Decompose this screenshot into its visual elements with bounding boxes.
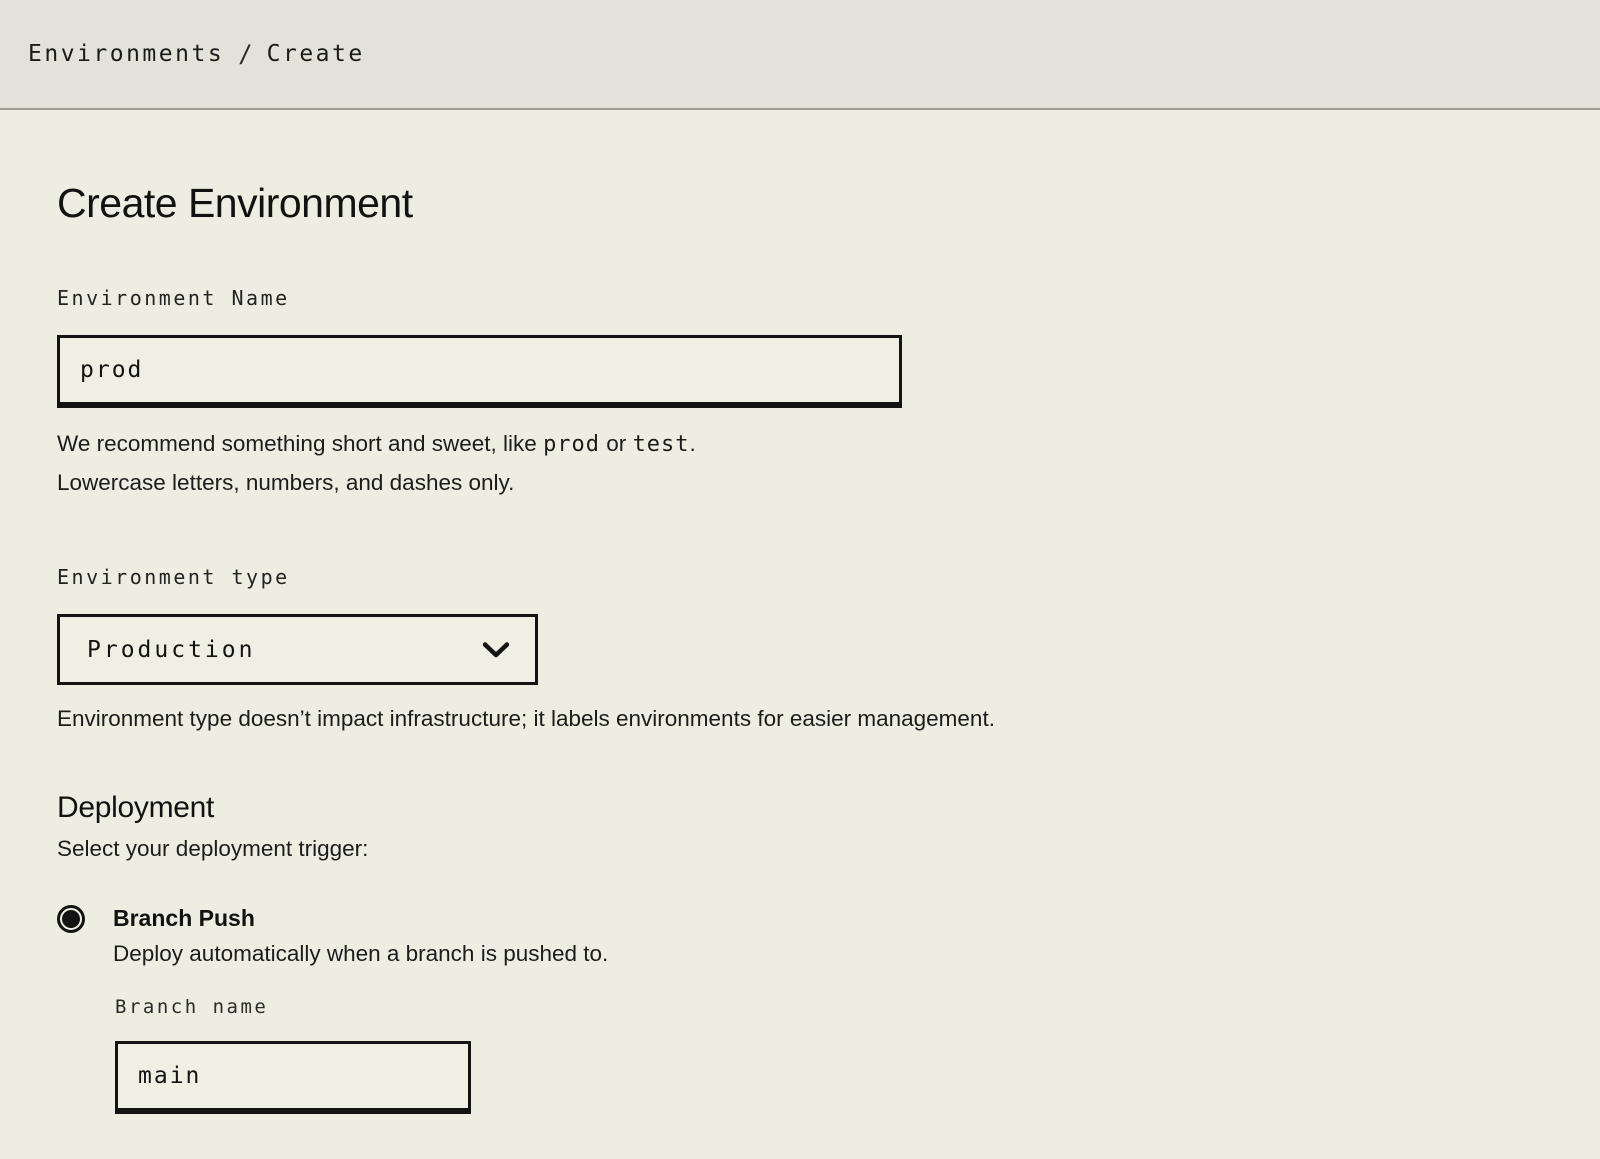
breadcrumb-environments[interactable]: Environments bbox=[28, 41, 224, 67]
breadcrumb-separator: / bbox=[238, 40, 252, 68]
deployment-option-branch-push: Branch Push Deploy automatically when a … bbox=[57, 904, 1543, 1114]
chevron-down-icon bbox=[483, 642, 509, 658]
create-environment-form: Create Environment Environment Name We r… bbox=[0, 181, 1600, 1114]
branch-push-label[interactable]: Branch Push bbox=[113, 904, 608, 932]
environment-type-help: Environment type doesn’t impact infrastr… bbox=[57, 700, 1357, 738]
page-title: Create Environment bbox=[57, 181, 1543, 226]
branch-name-input[interactable] bbox=[115, 1041, 471, 1114]
deployment-heading: Deployment bbox=[57, 791, 1543, 825]
deployment-subheading: Select your deployment trigger: bbox=[57, 836, 1543, 862]
branch-push-option-body: Branch Push Deploy automatically when a … bbox=[113, 904, 608, 1114]
environment-name-label: Environment Name bbox=[57, 286, 1543, 310]
branch-push-radio[interactable] bbox=[57, 905, 85, 933]
help-code-prod: prod bbox=[543, 432, 600, 457]
branch-name-field: Branch name bbox=[115, 996, 608, 1114]
environment-name-input[interactable] bbox=[57, 335, 902, 408]
help-text-line2: Lowercase letters, numbers, and dashes o… bbox=[57, 470, 514, 495]
breadcrumb: Environments / Create bbox=[28, 40, 365, 68]
branch-push-description: Deploy automatically when a branch is pu… bbox=[113, 941, 608, 967]
radio-selected-dot bbox=[62, 910, 80, 928]
top-breadcrumb-bar: Environments / Create bbox=[0, 0, 1600, 110]
help-text-part: . bbox=[690, 431, 696, 456]
help-code-test: test bbox=[633, 432, 690, 457]
environment-name-help: We recommend something short and sweet, … bbox=[57, 425, 1357, 502]
breadcrumb-create[interactable]: Create bbox=[267, 41, 365, 67]
help-text-part: We recommend something short and sweet, … bbox=[57, 431, 543, 456]
help-text-part: or bbox=[600, 431, 633, 456]
environment-type-value: Production bbox=[87, 637, 255, 663]
branch-name-label: Branch name bbox=[115, 996, 608, 1018]
environment-type-select[interactable]: Production bbox=[57, 614, 538, 685]
environment-type-label: Environment type bbox=[57, 565, 1543, 589]
